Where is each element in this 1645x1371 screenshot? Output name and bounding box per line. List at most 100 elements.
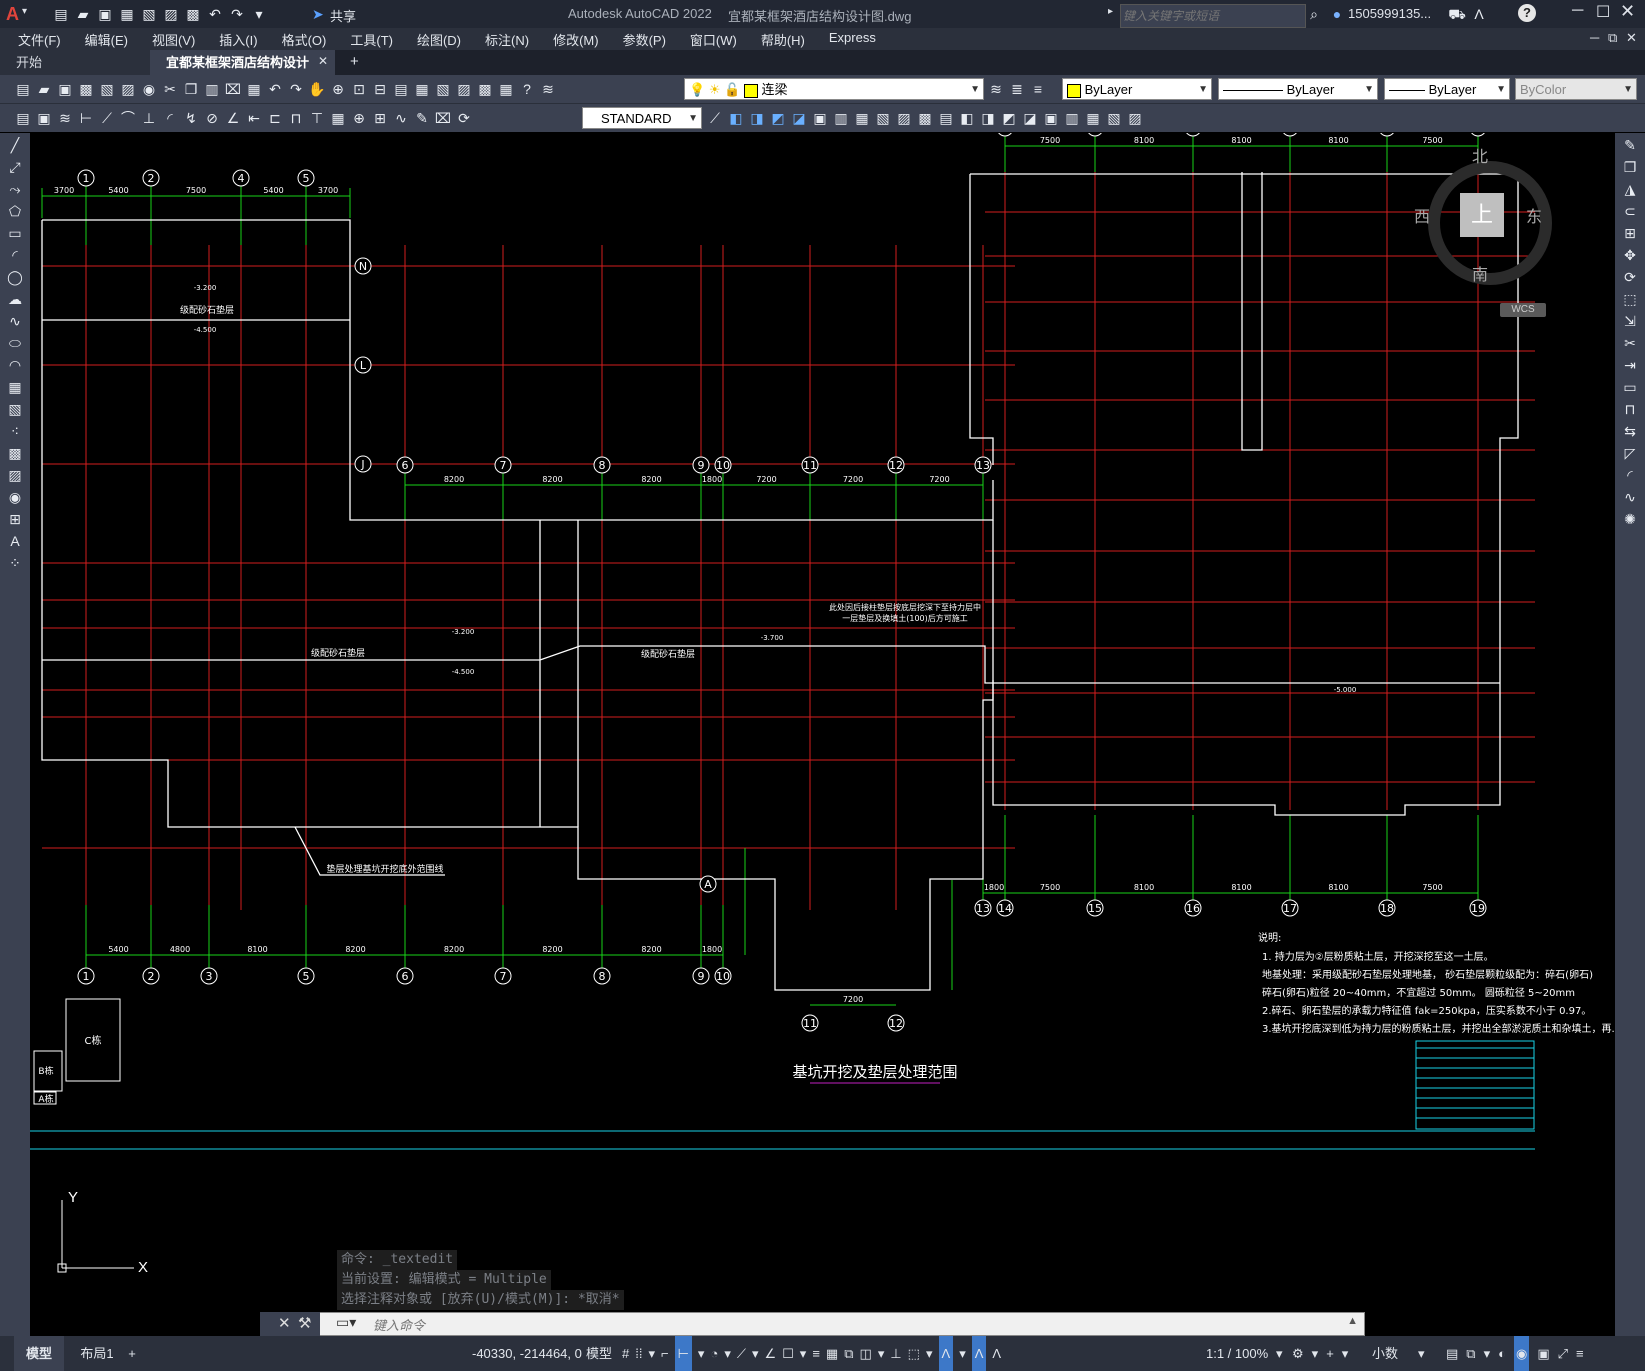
sheet-set-icon[interactable]: ▨ bbox=[455, 80, 473, 98]
dim-arc-icon[interactable]: ⌒ bbox=[119, 109, 137, 127]
annotation-monitor-icon[interactable]: + bbox=[1326, 1336, 1334, 1371]
3dprint-icon[interactable]: ◉ bbox=[140, 80, 158, 98]
cmd-recent-icon[interactable]: ▭▾ bbox=[336, 1314, 356, 1331]
save-file-icon[interactable]: ▣ bbox=[56, 80, 74, 98]
help-icon[interactable]: ? bbox=[1518, 4, 1536, 22]
share-icon[interactable]: ➤ bbox=[312, 6, 324, 23]
open-icon[interactable]: ▰ bbox=[74, 5, 92, 23]
tb-o-icon[interactable]: ◪ bbox=[1021, 109, 1039, 127]
close-icon[interactable]: ✕ bbox=[1620, 1, 1635, 22]
fillet-icon[interactable]: ◜ bbox=[1619, 466, 1641, 485]
dim-baseline-icon[interactable]: ⊏ bbox=[266, 109, 284, 127]
tb-g-icon[interactable]: ▦ bbox=[853, 109, 871, 127]
viewcube-west[interactable]: 西 bbox=[1414, 203, 1430, 227]
new-icon[interactable]: ▤ bbox=[52, 5, 70, 23]
draworder-front-icon[interactable]: ◧ bbox=[727, 109, 745, 127]
dim-ordinate-icon[interactable]: ⊥ bbox=[140, 109, 158, 127]
dim-text-edit-icon[interactable]: ⌧ bbox=[434, 109, 452, 127]
scale-icon[interactable]: ⬚ bbox=[1619, 290, 1641, 309]
tool-palettes-icon[interactable]: ▧ bbox=[434, 80, 452, 98]
menu-item-11[interactable]: 帮助(H) bbox=[749, 30, 817, 49]
menu-item-0[interactable]: 文件(F) bbox=[6, 30, 73, 49]
dimstyle-dropdown[interactable]: STANDARD ▼ bbox=[582, 107, 702, 129]
center-mark-icon[interactable]: ⊕ bbox=[350, 109, 368, 127]
tab-drawing[interactable]: 宜都某框架酒店结构设计图* bbox=[150, 50, 335, 95]
workspace-icon[interactable]: ⚙ bbox=[1292, 1336, 1304, 1371]
layer-manager-icon[interactable]: ≋ bbox=[539, 80, 557, 98]
menu-item-1[interactable]: 编辑(E) bbox=[73, 30, 140, 49]
autodesk-a360-icon[interactable]: Ʌ bbox=[1470, 5, 1488, 23]
tb-f-icon[interactable]: ▥ bbox=[832, 109, 850, 127]
undo-icon[interactable]: ↶ bbox=[206, 5, 224, 23]
minimize-icon[interactable]: ─ bbox=[1572, 2, 1583, 20]
wcs-menu[interactable]: WCS bbox=[1500, 303, 1546, 317]
coordinate-readout[interactable]: -40330, -214464, 0 bbox=[472, 1336, 582, 1371]
jog-line-icon[interactable]: ∿ bbox=[392, 109, 410, 127]
user-name[interactable]: 1505999135... bbox=[1348, 6, 1431, 21]
revcloud-icon[interactable]: ☁ bbox=[4, 290, 26, 309]
search-input[interactable] bbox=[1120, 4, 1306, 28]
iso-dropdown-icon[interactable]: ▾ bbox=[752, 1336, 759, 1371]
make-current-layer-icon[interactable]: ≋ bbox=[987, 80, 1005, 98]
app-menu-chevron-icon[interactable]: ▾ bbox=[22, 6, 27, 17]
osnap-dropdown-icon[interactable]: ▾ bbox=[800, 1336, 807, 1371]
zoom-window-icon[interactable]: ⊡ bbox=[350, 80, 368, 98]
table-icon[interactable]: ⊞ bbox=[4, 510, 26, 529]
3dosnap-icon[interactable]: ◫ bbox=[860, 1336, 872, 1371]
save-icon[interactable]: ▣ bbox=[96, 5, 114, 23]
array-icon[interactable]: ⊞ bbox=[1619, 224, 1641, 243]
gradient-icon[interactable]: ▨ bbox=[4, 466, 26, 485]
ortho-dropdown-icon[interactable]: ▾ bbox=[698, 1336, 705, 1371]
tb-m-icon[interactable]: ◨ bbox=[979, 109, 997, 127]
polar-dropdown-icon[interactable]: ▾ bbox=[724, 1336, 731, 1371]
autocad-logo-icon[interactable]: A bbox=[6, 4, 19, 25]
dim-continue-icon[interactable]: ⊓ bbox=[287, 109, 305, 127]
point-icon[interactable]: ⁖ bbox=[4, 422, 26, 441]
menu-item-6[interactable]: 绘图(D) bbox=[405, 30, 473, 49]
erase-icon[interactable]: ✎ bbox=[1619, 136, 1641, 155]
dim-diameter-icon[interactable]: ⊘ bbox=[203, 109, 221, 127]
rotate-icon[interactable]: ⟳ bbox=[1619, 268, 1641, 287]
command-input[interactable] bbox=[371, 1314, 1275, 1336]
ellipse-icon[interactable]: ⬭ bbox=[4, 334, 26, 353]
customization-icon[interactable]: ≡ bbox=[1576, 1336, 1584, 1371]
viewcube-top-face[interactable]: 上 bbox=[1460, 193, 1504, 237]
chamfer-icon[interactable]: ◸ bbox=[1619, 444, 1641, 463]
rectangle-icon[interactable]: ▭ bbox=[4, 224, 26, 243]
block-editor-icon[interactable]: ▦ bbox=[245, 80, 263, 98]
isodraft-icon[interactable]: ⟋ bbox=[737, 1336, 746, 1371]
tab-layout1[interactable]: 布局1 bbox=[72, 1336, 122, 1371]
draworder-back-icon[interactable]: ◨ bbox=[748, 109, 766, 127]
menu-item-8[interactable]: 修改(M) bbox=[541, 30, 611, 49]
save-web-icon[interactable]: ▨ bbox=[162, 5, 180, 23]
dim-radius-icon[interactable]: ◜ bbox=[161, 109, 179, 127]
trim-icon[interactable]: ✂ bbox=[1619, 334, 1641, 353]
color-dropdown[interactable]: ByLayer ▼ bbox=[1062, 78, 1212, 100]
annotation-visibility-dropdown-icon[interactable]: ▾ bbox=[959, 1336, 966, 1371]
lock-ui-dropdown-icon[interactable]: ▾ bbox=[1484, 1336, 1491, 1371]
viewcube[interactable]: 上 北 南 东 西 bbox=[1414, 149, 1552, 285]
viewcube-north[interactable]: 北 bbox=[1472, 143, 1488, 167]
menu-item-12[interactable]: Express bbox=[817, 30, 888, 49]
ellipse-arc-icon[interactable]: ◠ bbox=[4, 356, 26, 375]
infer-icon[interactable]: ⌐ bbox=[661, 1336, 669, 1371]
gizmo-dropdown-icon[interactable]: ▾ bbox=[926, 1336, 933, 1371]
paste-icon[interactable]: ▥ bbox=[203, 80, 221, 98]
clean-screen-icon[interactable]: ▣ bbox=[1537, 1336, 1549, 1371]
plotstyle-dropdown[interactable]: ByColor ▼ bbox=[1515, 78, 1637, 100]
tab-close-icon[interactable]: ✕ bbox=[318, 54, 328, 68]
quick-dim-icon[interactable]: ⇤ bbox=[245, 109, 263, 127]
undo-tb-icon[interactable]: ↶ bbox=[266, 80, 284, 98]
tab-start[interactable]: 开始 bbox=[0, 50, 150, 75]
match-prop-icon[interactable]: ⌧ bbox=[224, 80, 242, 98]
doc-restore-icon[interactable]: ⧉ bbox=[1608, 30, 1617, 46]
spline-icon[interactable]: ∿ bbox=[4, 312, 26, 331]
maximize-icon[interactable]: ☐ bbox=[1596, 2, 1610, 22]
model-space-toggle[interactable]: 模型 bbox=[586, 1336, 612, 1371]
help-tb-icon[interactable]: ? bbox=[518, 80, 536, 98]
polyline-icon[interactable]: ⤳ bbox=[4, 180, 26, 199]
transparency-icon[interactable]: ▦ bbox=[826, 1336, 838, 1371]
circle-icon[interactable]: ◯ bbox=[4, 268, 26, 287]
copy-icon[interactable]: ❐ bbox=[182, 80, 200, 98]
tab-model[interactable]: 模型 bbox=[14, 1336, 64, 1371]
